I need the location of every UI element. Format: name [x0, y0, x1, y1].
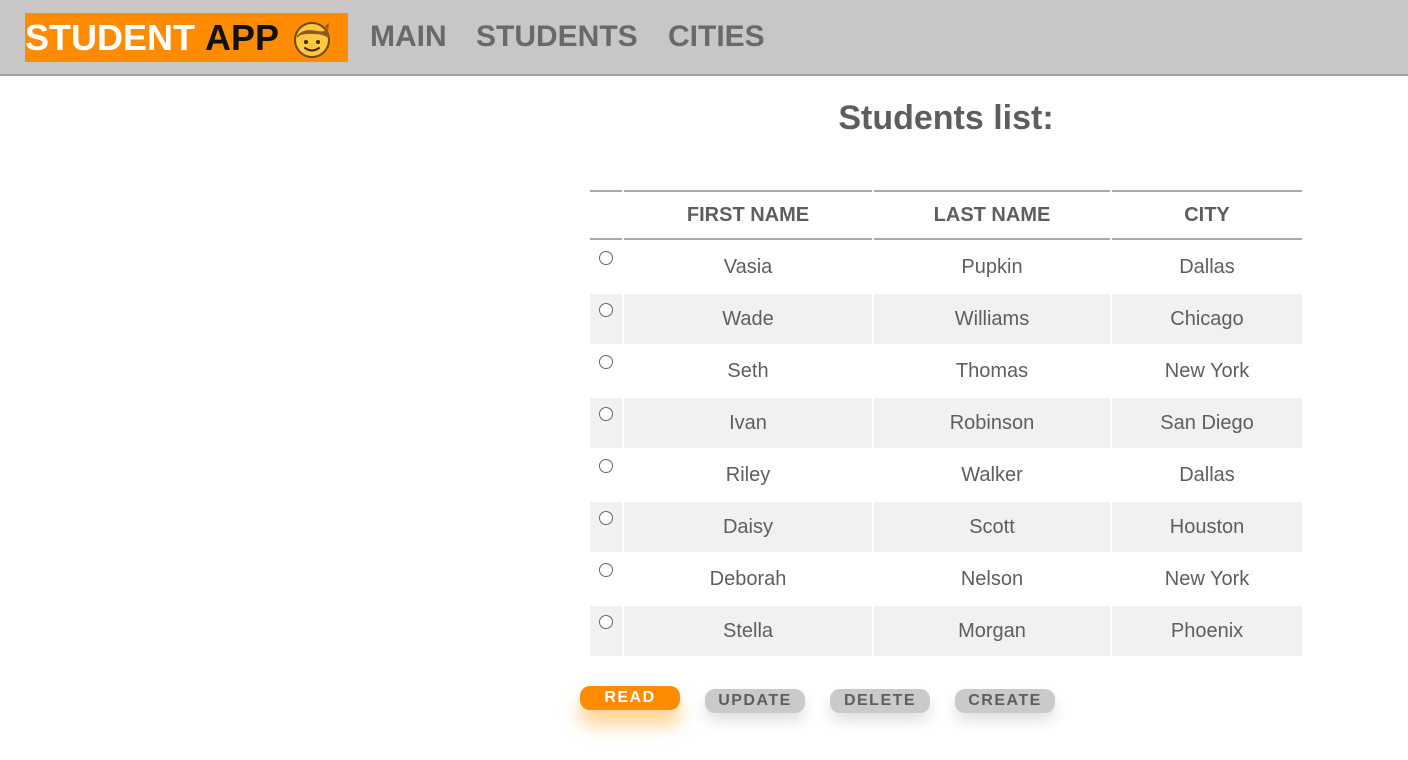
select-column-header	[590, 190, 622, 240]
row-select-cell	[590, 242, 622, 292]
first-name-cell: Vasia	[723, 255, 773, 278]
city-cell: Dallas	[1179, 255, 1235, 278]
row-radio-button[interactable]	[599, 511, 613, 525]
row-radio-button[interactable]	[599, 407, 613, 421]
last-name-cell: Thomas	[955, 359, 1029, 382]
row-select-cell	[590, 502, 622, 552]
last-name-cell: Scott	[874, 502, 1110, 552]
last-name-cell: Morgan	[874, 606, 1110, 656]
row-radio-button[interactable]	[599, 303, 613, 317]
table-row[interactable]: Vasia Pupkin Dallas	[590, 242, 1302, 292]
table-row[interactable]: Daisy Scott Houston	[590, 502, 1302, 552]
row-select-cell	[590, 398, 622, 448]
app-logo[interactable]: STUDENT APP	[25, 13, 348, 62]
last-name-cell: Pupkin	[961, 255, 1023, 278]
first-name-cell: Ivan	[624, 398, 872, 448]
row-radio-button[interactable]	[599, 615, 613, 629]
read-button[interactable]: READ	[580, 686, 680, 710]
column-header-last-name: LAST NAME	[874, 190, 1110, 240]
last-name-cell: Nelson	[960, 567, 1024, 590]
row-radio-button[interactable]	[599, 563, 613, 577]
row-radio-button[interactable]	[599, 251, 613, 265]
row-radio-button[interactable]	[599, 459, 613, 473]
boy-face-icon	[291, 17, 333, 59]
city-cell: Phoenix	[1112, 606, 1302, 656]
first-name-cell: Wade	[624, 294, 872, 344]
logo-word-app: APP	[205, 16, 280, 58]
row-select-cell	[590, 450, 622, 500]
table-header-row: FIRST NAME LAST NAME CITY	[590, 190, 1302, 240]
table-row[interactable]: Deborah Nelson New York	[590, 554, 1302, 604]
last-name-cell: Robinson	[874, 398, 1110, 448]
create-button[interactable]: CREATE	[955, 689, 1055, 713]
row-radio-button[interactable]	[599, 355, 613, 369]
nav-cities[interactable]: CITIES	[668, 17, 765, 57]
page-title: Students list:	[838, 99, 1054, 137]
first-name-cell: Seth	[727, 359, 769, 382]
column-header-city: CITY	[1112, 190, 1302, 240]
table-row[interactable]: Wade Williams Chicago	[590, 294, 1302, 344]
first-name-cell: Riley	[725, 463, 771, 486]
update-button[interactable]: UPDATE	[705, 689, 805, 713]
logo-word-student: STUDENT	[25, 16, 195, 58]
first-name-cell: Daisy	[624, 502, 872, 552]
city-cell: Houston	[1112, 502, 1302, 552]
table-row[interactable]: Ivan Robinson San Diego	[590, 398, 1302, 448]
delete-button[interactable]: DELETE	[830, 689, 930, 713]
first-name-cell: Stella	[624, 606, 872, 656]
row-select-cell	[590, 606, 622, 656]
table-row[interactable]: Stella Morgan Phoenix	[590, 606, 1302, 656]
table-row[interactable]: Seth Thomas New York	[590, 346, 1302, 396]
last-name-cell: Walker	[961, 463, 1023, 486]
city-cell: New York	[1164, 567, 1250, 590]
first-name-cell: Deborah	[709, 567, 787, 590]
city-cell: Chicago	[1112, 294, 1302, 344]
city-cell: San Diego	[1112, 398, 1302, 448]
top-navigation-bar: STUDENT APP MAIN STUDENTS CITIES	[0, 0, 1408, 76]
last-name-cell: Williams	[874, 294, 1110, 344]
table-row[interactable]: Riley Walker Dallas	[590, 450, 1302, 500]
city-cell: Dallas	[1179, 463, 1235, 486]
nav-students[interactable]: STUDENTS	[476, 17, 638, 57]
row-select-cell	[590, 554, 622, 604]
column-header-first-name: FIRST NAME	[624, 190, 872, 240]
row-select-cell	[590, 346, 622, 396]
nav-main[interactable]: MAIN	[370, 17, 447, 57]
students-table: FIRST NAME LAST NAME CITY Vasia Pupkin D…	[588, 188, 1304, 658]
city-cell: New York	[1164, 359, 1250, 382]
row-select-cell	[590, 294, 622, 344]
